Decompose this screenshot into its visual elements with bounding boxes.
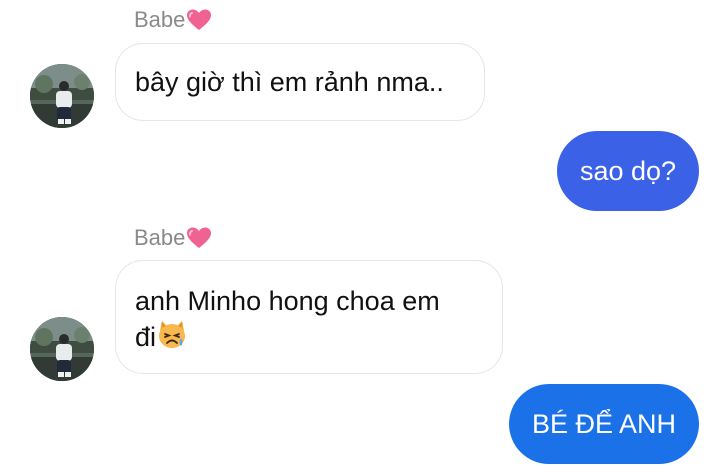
avatar-photo-icon [30,64,94,128]
chat-thread: Babe bây giờ thì em rảnh nma.. sao dọ? B… [0,0,719,474]
sender-name: Babe [134,225,212,251]
crying-cat-icon [159,321,186,348]
message-text-end: đi [135,322,157,352]
pink-heart-icon [187,9,212,30]
message-text: bây giờ thì em rảnh nma.. [135,67,444,97]
message-text-line-2: đi [135,318,483,354]
incoming-message-bubble[interactable]: bây giờ thì em rảnh nma.. [115,43,485,121]
sender-name-text: Babe [134,225,186,250]
message-text: BÉ ĐỂ ANH [531,408,677,439]
outgoing-message-bubble[interactable]: sao dọ? [557,131,699,211]
pink-heart-icon [187,227,212,248]
sender-name-text: Babe [134,7,186,32]
incoming-message-bubble[interactable]: anh Minho hong choa em đi [115,260,503,374]
avatar[interactable] [30,317,94,381]
avatar-photo-icon [30,317,94,381]
avatar[interactable] [30,64,94,128]
message-text-line: anh Minho hong choa em [135,286,440,316]
sender-name: Babe [134,7,212,33]
message-text: sao dọ? [579,155,677,186]
outgoing-message-bubble[interactable]: BÉ ĐỂ ANH [509,384,699,464]
